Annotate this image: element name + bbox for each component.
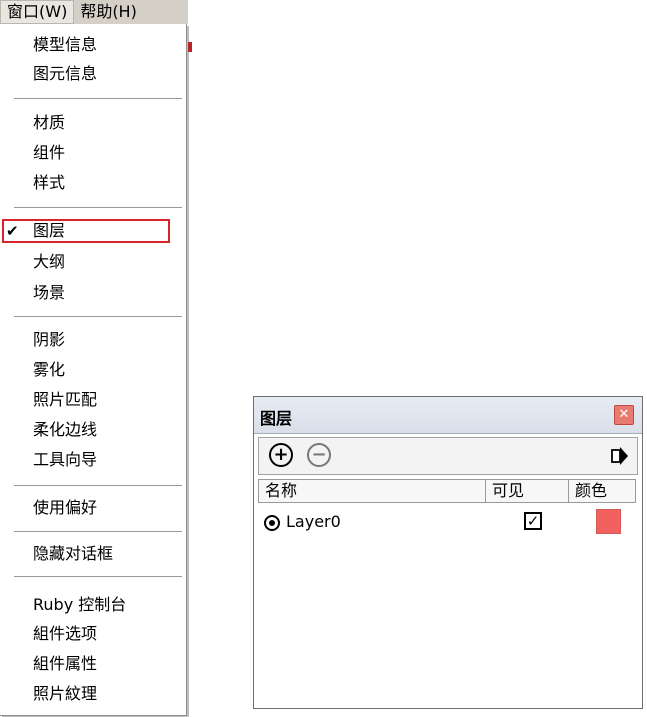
layers-dialog: 图层 ✕ + − 名称 可见 颜色 Layer0 ✓ <box>253 396 643 709</box>
add-layer-icon[interactable]: + <box>269 443 293 467</box>
menu-item-materials[interactable]: 材质 <box>33 110 65 136</box>
highlight-box <box>2 219 170 243</box>
column-name-header[interactable]: 名称 <box>259 480 486 502</box>
layer-name: Layer0 <box>286 512 341 531</box>
dialog-title: 图层 <box>260 409 293 428</box>
active-layer-radio[interactable] <box>264 515 280 531</box>
menu-separator <box>14 485 182 486</box>
close-icon[interactable]: ✕ <box>614 405 634 425</box>
menu-item-scenes[interactable]: 场景 <box>33 280 65 306</box>
menu-item-layers[interactable]: 图层 <box>33 218 65 244</box>
details-arrow-icon[interactable] <box>609 443 629 469</box>
menu-item-hide-dialogs[interactable]: 隐藏对话框 <box>33 541 113 567</box>
menu-separator <box>14 98 182 99</box>
menu-item-styles[interactable]: 样式 <box>33 170 65 196</box>
visible-checkbox[interactable]: ✓ <box>524 512 542 530</box>
check-icon: ✔ <box>6 222 19 240</box>
menu-item-photo-textures[interactable]: 照片紋理 <box>33 681 97 707</box>
menu-item-outliner[interactable]: 大纲 <box>33 249 65 275</box>
layers-toolbar: + − <box>258 437 638 475</box>
menu-item-fog[interactable]: 雾化 <box>33 357 65 383</box>
menu-item-soften-edges[interactable]: 柔化边线 <box>33 417 97 443</box>
menu-item-preferences[interactable]: 使用偏好 <box>33 495 97 521</box>
column-visible-header[interactable]: 可见 <box>486 480 569 502</box>
menu-bar: 窗口(W) 帮助(H) <box>0 0 188 24</box>
menu-item-components[interactable]: 组件 <box>33 140 65 166</box>
menu-item-model-info[interactable]: 模型信息 <box>33 32 97 58</box>
background-fragment <box>188 42 192 52</box>
menu-item-instructor[interactable]: 工具向导 <box>33 447 97 473</box>
menu-item-component-attributes[interactable]: 組件属性 <box>33 651 97 677</box>
menu-item-component-options[interactable]: 組件选项 <box>33 621 97 647</box>
menu-item-shadows[interactable]: 阴影 <box>33 327 65 353</box>
layer-color-swatch[interactable] <box>596 509 621 534</box>
menu-item-ruby-console[interactable]: Ruby 控制台 <box>33 592 126 618</box>
dialog-title-bar[interactable]: 图层 ✕ <box>254 397 642 434</box>
layers-header: 名称 可见 颜色 <box>258 479 636 503</box>
menu-separator <box>14 207 182 208</box>
menu-item-match-photo[interactable]: 照片匹配 <box>33 387 97 413</box>
menu-separator <box>14 316 182 317</box>
column-color-header[interactable]: 颜色 <box>569 480 635 502</box>
menu-item-entity-info[interactable]: 图元信息 <box>33 61 97 87</box>
delete-layer-icon[interactable]: − <box>307 443 331 467</box>
menu-window[interactable]: 窗口(W) <box>0 0 75 24</box>
menu-separator <box>14 576 182 577</box>
window-menu-dropdown: 模型信息 图元信息 材质 组件 样式 ✔ 图层 大纲 场景 阴影 雾化 照片匹配… <box>0 24 187 716</box>
layer-row[interactable]: Layer0 ✓ <box>258 509 636 539</box>
menu-help[interactable]: 帮助(H) <box>74 0 143 24</box>
menu-separator <box>14 531 182 532</box>
